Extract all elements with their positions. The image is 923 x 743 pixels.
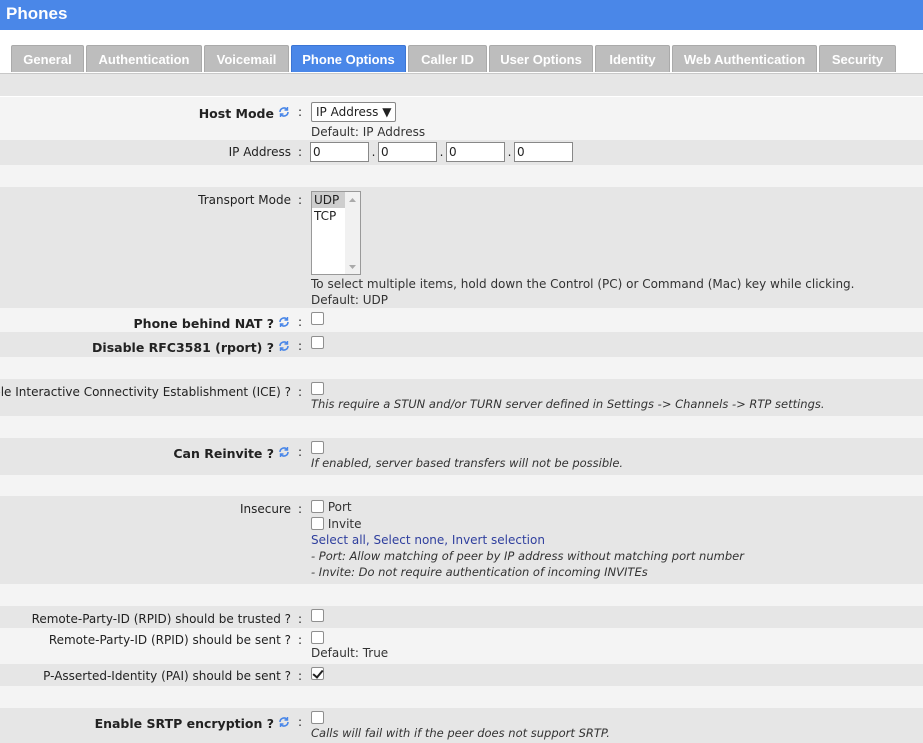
colon: : (298, 385, 303, 399)
ice-label: Enable Interactive Connectivity Establis… (0, 385, 291, 399)
ip-octet-4-input[interactable]: 0 (514, 142, 573, 162)
tab-general[interactable]: General (11, 45, 84, 72)
spacer (0, 416, 923, 438)
ice-row: Enable Interactive Connectivity Establis… (0, 379, 923, 416)
tab-user-options[interactable]: User Options (489, 45, 593, 72)
host-mode-default: Default: IP Address (311, 125, 426, 139)
spacer (0, 686, 923, 708)
host-mode-value: IP Address ▼ Default: IP Address (311, 102, 425, 140)
transport-mode-row: Transport Mode : UDP TCP To select multi… (0, 187, 923, 308)
colon: : (298, 145, 303, 159)
rpid-sent-row: Remote-Party-ID (RPID) should be sent ? … (0, 628, 923, 664)
colon: : (298, 315, 303, 329)
colon: : (298, 105, 303, 119)
sync-icon[interactable] (277, 445, 291, 459)
transport-mode-value: UDP TCP To select multiple items, hold d… (311, 191, 854, 308)
ice-checkbox[interactable] (311, 382, 324, 395)
tab-phone-options[interactable]: Phone Options (291, 45, 406, 72)
transport-option-tcp[interactable]: TCP (312, 208, 345, 224)
transport-mode-listbox[interactable]: UDP TCP (311, 191, 361, 275)
colon: : (298, 633, 303, 647)
phone-behind-nat-label: Phone behind NAT ? (134, 315, 291, 331)
can-reinvite-checkbox[interactable] (311, 441, 324, 454)
tab-authentication[interactable]: Authentication (86, 45, 202, 72)
srtp-help: Calls will fail with if the peer does no… (311, 726, 610, 740)
transport-option-udp[interactable]: UDP (312, 192, 345, 208)
phone-behind-nat-row: Phone behind NAT ? : (0, 308, 923, 332)
host-mode-label: Host Mode (199, 105, 291, 121)
listbox-scrollbar[interactable] (345, 192, 360, 274)
colon: : (298, 502, 303, 516)
sync-icon[interactable] (277, 339, 291, 353)
host-mode-row: Host Mode : IP Address ▼ Default: IP Add… (0, 97, 923, 140)
srtp-row: Enable SRTP encryption ? : Calls will fa… (0, 708, 923, 743)
phone-behind-nat-checkbox[interactable] (311, 312, 324, 325)
insecure-invite-checkbox[interactable] (311, 517, 324, 530)
transport-mode-default: Default: UDP (311, 293, 388, 307)
can-reinvite-row: Can Reinvite ? : If enabled, server base… (0, 438, 923, 475)
disable-rfc3581-checkbox[interactable] (311, 336, 324, 349)
pai-sent-label: P-Asserted-Identity (PAI) should be sent… (43, 669, 291, 683)
tab-voicemail[interactable]: Voicemail (204, 45, 289, 72)
spacer (0, 584, 923, 606)
spacer (0, 165, 923, 187)
ip-octet-3-input[interactable]: 0 (446, 142, 505, 162)
ip-address-label: IP Address (228, 145, 291, 159)
rpid-sent-label: Remote-Party-ID (RPID) should be sent ? (48, 633, 291, 647)
rpid-sent-default: Default: True (311, 646, 389, 660)
insecure-label: Insecure (239, 502, 291, 516)
colon: : (298, 612, 303, 626)
tab-bar: General Authentication Voicemail Phone O… (0, 30, 923, 72)
insecure-row: Insecure : Port Invite Select all, Selec… (0, 496, 923, 584)
rpid-trusted-row: Remote-Party-ID (RPID) should be trusted… (0, 606, 923, 628)
sync-icon[interactable] (277, 315, 291, 329)
ip-octet-2-input[interactable]: 0 (378, 142, 437, 162)
invert-selection-link[interactable]: Invert selection (452, 533, 545, 547)
ice-help: This require a STUN and/or TURN server d… (311, 397, 825, 411)
can-reinvite-help: If enabled, server based transfers will … (311, 456, 624, 470)
can-reinvite-label: Can Reinvite ? (173, 445, 291, 461)
tab-security[interactable]: Security (819, 45, 896, 72)
spacer (0, 357, 923, 379)
insecure-help-port: - Port: Allow matching of peer by IP add… (311, 549, 744, 563)
tab-identity[interactable]: Identity (595, 45, 670, 72)
ip-octet-1-input[interactable]: 0 (310, 142, 369, 162)
tab-caller-id[interactable]: Caller ID (408, 45, 487, 72)
disable-rfc3581-row: Disable RFC3581 (rport) ? : (0, 332, 923, 357)
insecure-selection-links: Select all, Select none, Invert selectio… (311, 533, 545, 547)
colon: : (298, 339, 303, 353)
ip-address-value: 0.0.0.0 (310, 142, 573, 162)
ip-address-row: IP Address : 0.0.0.0 (0, 140, 923, 165)
pai-sent-checkbox[interactable] (311, 667, 324, 680)
rpid-trusted-label: Remote-Party-ID (RPID) should be trusted… (31, 612, 291, 626)
page-title: Phones (0, 0, 923, 30)
srtp-checkbox[interactable] (311, 711, 324, 724)
tab-web-authentication[interactable]: Web Authentication (672, 45, 817, 72)
colon: : (298, 193, 303, 207)
insecure-option-port[interactable]: Port (311, 499, 744, 515)
select-none-link[interactable]: Select none (374, 533, 445, 547)
rpid-trusted-checkbox[interactable] (311, 609, 324, 622)
transport-mode-label: Transport Mode (198, 193, 291, 207)
rpid-sent-checkbox[interactable] (311, 631, 324, 644)
sync-icon[interactable] (277, 105, 291, 119)
caret-down-icon: ▼ (382, 105, 392, 119)
colon: : (298, 445, 303, 459)
insecure-port-checkbox[interactable] (311, 500, 324, 513)
select-all-link[interactable]: Select all (311, 533, 366, 547)
sync-icon[interactable] (277, 715, 291, 729)
transport-mode-help: To select multiple items, hold down the … (311, 277, 855, 291)
section-header-stripe (0, 73, 923, 96)
host-mode-select[interactable]: IP Address ▼ (311, 102, 397, 122)
colon: : (298, 669, 303, 683)
insecure-help-invite: - Invite: Do not require authentication … (311, 565, 648, 579)
pai-sent-row: P-Asserted-Identity (PAI) should be sent… (0, 664, 923, 686)
spacer (0, 475, 923, 496)
disable-rfc3581-label: Disable RFC3581 (rport) ? (92, 339, 291, 355)
srtp-label: Enable SRTP encryption ? (95, 715, 291, 731)
insecure-option-invite[interactable]: Invite (311, 516, 744, 532)
colon: : (298, 715, 303, 729)
